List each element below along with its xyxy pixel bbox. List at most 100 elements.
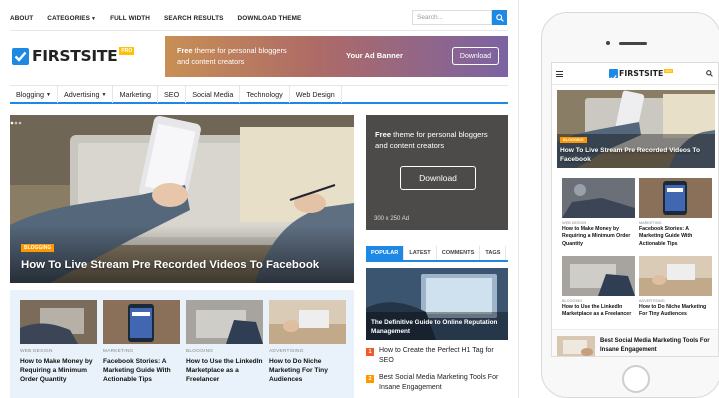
post-card[interactable]: MARKETING Facebook Stories: A Marketing … <box>639 178 712 248</box>
sidebar-ad-text-rest: theme for personal bloggers <box>391 130 488 139</box>
sidebar-tabs: POPULAR LATEST COMMENTS TAGS <box>366 246 508 262</box>
post-title[interactable]: How to Use the LinkedIn Marketplace as a… <box>562 304 635 319</box>
tab-latest[interactable]: LATEST <box>404 246 437 260</box>
banner-text-line2: and content creators <box>177 57 245 66</box>
mobile-logo[interactable]: FIRSTSITE PRO <box>609 69 673 81</box>
search-icon[interactable] <box>706 70 713 77</box>
post-category: WEB DESIGN <box>20 349 53 354</box>
topnav-categories-label: CATEGORIES <box>47 14 91 22</box>
post-category: ADVERTISING <box>639 299 665 303</box>
sidebar-ad[interactable]: Free theme for personal bloggers and con… <box>366 115 508 230</box>
post-title[interactable]: How to Do Niche Marketing For Tiny Audie… <box>639 304 712 319</box>
checkmark-icon <box>609 69 618 81</box>
search-button[interactable] <box>492 10 507 25</box>
popular-item[interactable]: 1 How to Create the Perfect H1 Tag for S… <box>366 346 508 366</box>
post-thumbnail <box>557 336 595 356</box>
post-title[interactable]: How to Do Niche Marketing For Tiny Audie… <box>269 357 346 385</box>
nav-blogging-label: Blogging <box>16 90 44 99</box>
nav-seo[interactable]: SEO <box>158 86 187 103</box>
sidebar-ad-text-line2: and content creators <box>375 141 445 150</box>
popular-featured-post[interactable]: The Definitive Guide to Online Reputatio… <box>366 268 508 340</box>
popular-item-title[interactable]: Best Social Media Marketing Tools For In… <box>379 373 508 393</box>
home-button[interactable] <box>622 365 650 393</box>
post-title[interactable]: How to Use the LinkedIn Marketplace as a… <box>186 357 263 385</box>
nav-social-media[interactable]: Social Media <box>186 86 241 103</box>
post-card[interactable]: BLOGGING How to Use the LinkedIn Marketp… <box>562 256 635 319</box>
mobile-featured-post[interactable]: BLOGGING How To Live Stream Pre Recorded… <box>557 90 715 168</box>
tab-popular[interactable]: POPULAR <box>366 246 405 260</box>
post-thumbnail <box>20 300 97 344</box>
post-card[interactable]: BLOGGING How to Use the LinkedIn Marketp… <box>186 300 263 385</box>
topnav-search-results[interactable]: SEARCH RESULTS <box>164 15 224 22</box>
mobile-list-item[interactable]: Best Social Media Marketing Tools For In… <box>552 329 718 356</box>
banner-download-button[interactable]: Download <box>452 47 499 65</box>
post-card[interactable]: ADVERTISING How to Do Niche Marketing Fo… <box>269 300 346 385</box>
banner-text: Free theme for personal bloggers and con… <box>177 45 287 67</box>
tab-comments[interactable]: COMMENTS <box>437 246 481 260</box>
banner-text-rest: theme for personal bloggers <box>192 46 287 55</box>
popular-item-title[interactable]: How to Create the Perfect H1 Tag for SEO <box>379 346 508 366</box>
topnav-full-width[interactable]: FULL WIDTH <box>110 15 150 22</box>
ad-banner[interactable]: Free theme for personal bloggers and con… <box>165 36 508 77</box>
search-icon <box>495 13 504 22</box>
chevron-down-icon: ▼ <box>101 91 107 98</box>
site-logo[interactable]: FIRSTSITE PRO <box>12 45 135 67</box>
mobile-preview: FIRSTSITE PRO BLOGGING How To Live Strea… <box>551 62 719 357</box>
post-thumbnail <box>639 256 712 296</box>
post-category: MARKETING <box>639 221 662 225</box>
featured-image <box>10 115 354 283</box>
category-badge[interactable]: BLOGGING <box>560 137 587 143</box>
post-title[interactable]: How to Make Money by Requiring a Minimum… <box>20 357 97 385</box>
sidebar-ad-text-bold: Free <box>375 130 392 139</box>
post-card[interactable]: MARKETING Facebook Stories: A Marketing … <box>103 300 180 385</box>
featured-post[interactable]: BLOGGING How To Live Stream Pre Recorded… <box>10 115 354 283</box>
post-title[interactable]: Facebook Stories: A Marketing Guide With… <box>103 357 180 385</box>
topnav-about[interactable]: ABOUT <box>10 15 33 22</box>
post-card[interactable]: ADVERTISING How to Do Niche Marketing Fo… <box>639 256 712 319</box>
post-title[interactable]: How to Make Money by Requiring a Minimum… <box>562 226 635 248</box>
camera-icon <box>606 41 610 45</box>
post-card[interactable]: WEB DESIGN How to Make Money by Requirin… <box>20 300 97 385</box>
nav-marketing[interactable]: Marketing <box>113 86 159 103</box>
topnav-categories[interactable]: CATEGORIES▼ <box>47 15 96 22</box>
nav-web-design[interactable]: Web Design <box>290 86 342 103</box>
chevron-down-icon: ▼ <box>45 91 51 98</box>
desktop-preview: ABOUT CATEGORIES▼ FULL WIDTH SEARCH RESU… <box>0 0 519 398</box>
slider-dots[interactable] <box>10 121 22 125</box>
speaker-grille <box>619 42 647 45</box>
post-title[interactable]: Facebook Stories: A Marketing Guide With… <box>639 226 712 248</box>
chevron-down-icon: ▼ <box>91 15 97 22</box>
post-card[interactable]: WEB DESIGN How to Make Money by Requirin… <box>562 178 635 248</box>
nav-technology[interactable]: Technology <box>240 86 290 103</box>
sidebar-download-button[interactable]: Download <box>400 166 476 190</box>
featured-title[interactable]: How To Live Stream Pre Recorded Videos T… <box>21 259 319 271</box>
rank-number: 1 <box>366 348 374 356</box>
post-category: ADVERTISING <box>269 349 304 354</box>
mobile-header: FIRSTSITE PRO <box>552 63 718 85</box>
logo-text: FIRSTSITE <box>32 47 118 65</box>
topnav-download-theme[interactable]: DOWNLOAD THEME <box>238 15 302 22</box>
post-category: BLOGGING <box>562 299 583 303</box>
banner-ad-label: Your Ad Banner <box>346 51 403 60</box>
search-input[interactable]: Search... <box>412 10 492 25</box>
post-grid: WEB DESIGN How to Make Money by Requirin… <box>10 290 354 398</box>
nav-blogging[interactable]: Blogging ▼ <box>10 86 58 103</box>
list-item-title[interactable]: Best Social Media Marketing Tools For In… <box>600 337 718 355</box>
post-thumbnail <box>639 178 712 218</box>
nav-advertising[interactable]: Advertising ▼ <box>58 86 114 103</box>
post-thumbnail <box>562 256 635 296</box>
sidebar-ad-text: Free theme for personal bloggers and con… <box>375 129 488 151</box>
ad-size-label: 300 x 250 Ad <box>374 216 410 222</box>
category-badge[interactable]: BLOGGING <box>21 244 55 252</box>
post-category: WEB DESIGN <box>562 221 587 225</box>
featured-title[interactable]: How To Live Stream Pre Recorded Videos T… <box>560 147 710 164</box>
divider <box>10 30 508 31</box>
hamburger-menu-icon[interactable] <box>556 71 563 77</box>
popular-featured-title[interactable]: The Definitive Guide to Online Reputatio… <box>371 318 503 336</box>
popular-item[interactable]: 2 Best Social Media Marketing Tools For … <box>366 373 508 393</box>
rank-number: 2 <box>366 375 374 383</box>
post-thumbnail <box>269 300 346 344</box>
post-thumbnail <box>103 300 180 344</box>
tab-tags[interactable]: TAGS <box>480 246 507 260</box>
post-thumbnail <box>186 300 263 344</box>
